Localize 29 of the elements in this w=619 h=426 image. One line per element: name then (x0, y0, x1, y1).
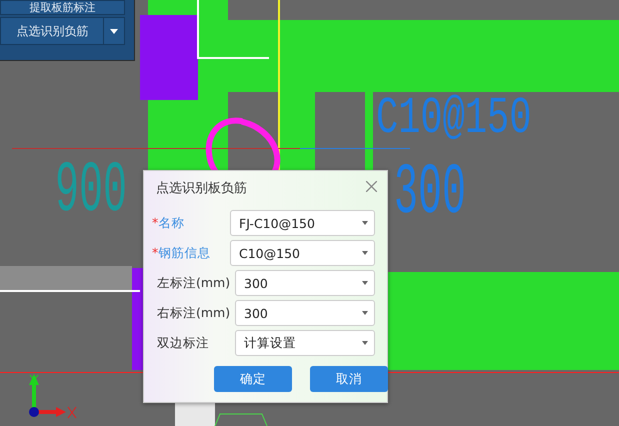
required-mark: * (152, 244, 158, 260)
caret-icon (362, 311, 368, 315)
caret-icon (362, 251, 368, 255)
field-label: 钢筋信息 (158, 244, 210, 260)
wall-block (175, 403, 215, 426)
cancel-button[interactable]: 取消 (310, 366, 388, 392)
caret-icon (110, 28, 118, 34)
dimension-label: 900 (55, 158, 128, 230)
confirm-button[interactable]: 确定 (214, 366, 292, 392)
caret-icon (362, 281, 368, 285)
outline-shape-icon (214, 412, 268, 426)
dropdown-field[interactable]: FJ-C10@150 (230, 210, 375, 236)
dimension-label: C10@150 (376, 94, 532, 146)
dropdown-field[interactable]: 300 (235, 300, 375, 326)
tool-button[interactable]: 提取板筋标注 (0, 0, 125, 15)
close-icon[interactable] (366, 181, 377, 192)
field-label: 双边标注 (157, 334, 209, 350)
field-label: 左标注(mm) (157, 274, 230, 290)
dialog-title: 点选识别板负筋 (156, 180, 247, 197)
dimension-label: 300 (394, 160, 466, 232)
caret-icon (362, 341, 368, 345)
dropdown-field[interactable]: C10@150 (230, 240, 375, 266)
dropdown-field[interactable]: 300 (235, 270, 375, 296)
dropdown-field[interactable]: 计算设置 (235, 330, 375, 356)
tool-button[interactable]: 点选识别负筋 (0, 17, 125, 45)
caret-icon (362, 221, 368, 225)
field-label: 右标注(mm) (157, 304, 230, 320)
field-label: 名称 (158, 214, 184, 230)
required-mark: * (152, 214, 158, 230)
